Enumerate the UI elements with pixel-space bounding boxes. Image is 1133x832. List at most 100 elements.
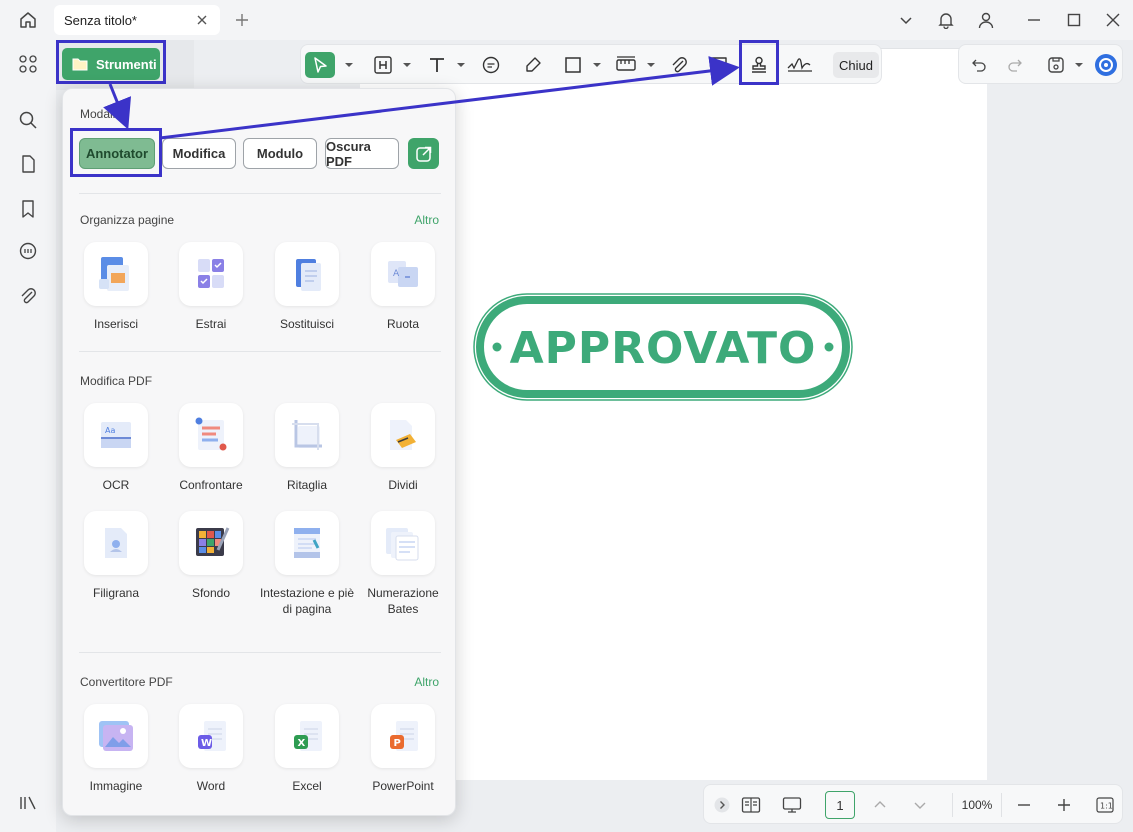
close-window-icon[interactable] (1103, 10, 1123, 30)
mode-oscura-button[interactable]: Oscura PDF (325, 138, 399, 169)
reading-mode-icon[interactable] (740, 793, 762, 817)
tool-ocr[interactable]: Aa OCR (68, 403, 164, 493)
shape-tool-icon[interactable] (561, 52, 585, 78)
tool-filigrana[interactable]: Filigrana (68, 511, 164, 601)
highlight-stamp-tool (739, 40, 779, 85)
presentation-icon[interactable] (780, 793, 804, 817)
zoom-out-icon[interactable] (1014, 793, 1034, 817)
shape-tool-caret[interactable] (593, 63, 601, 67)
apps-grid-icon[interactable] (14, 50, 42, 78)
tool-label: Inserisci (93, 317, 138, 331)
tool-label: Sostituisci (279, 317, 335, 331)
right-toolbar (958, 44, 1123, 84)
minimize-icon[interactable] (1024, 10, 1044, 30)
svg-text:1:1: 1:1 (1100, 802, 1113, 811)
page-number-input[interactable]: 1 (825, 791, 855, 819)
tool-label: Dividi (388, 478, 418, 492)
highlight-annotator (70, 128, 162, 177)
heading-tool-caret[interactable] (403, 63, 411, 67)
tool-immagine[interactable]: Immagine (68, 704, 164, 794)
tool-sostituisci[interactable]: Sostituisci (259, 242, 355, 332)
actual-size-icon[interactable]: 1:1 (1094, 793, 1116, 817)
tool-label: Ritaglia (286, 478, 328, 492)
tool-label: Intestazione e piè di pagina (259, 586, 355, 616)
home-icon[interactable] (10, 4, 46, 36)
tool-label: Estrai (195, 317, 227, 331)
highlighter-icon[interactable] (521, 52, 545, 78)
left-rail (0, 40, 56, 832)
stamp-text: APPROVATO (510, 323, 817, 374)
tool-ruota[interactable]: A Ruota (355, 242, 451, 332)
tool-bates[interactable]: Numerazione Bates (355, 511, 451, 617)
svg-text:X: X (298, 738, 306, 749)
page-down-icon[interactable] (910, 793, 930, 817)
highlight-strumenti (56, 40, 166, 84)
measure-tool-icon[interactable] (613, 52, 639, 78)
tool-inserisci[interactable]: Inserisci (68, 242, 164, 332)
ai-assistant-icon[interactable] (1093, 52, 1119, 78)
tool-confrontare[interactable]: Confrontare (163, 403, 259, 493)
tool-label: Filigrana (92, 586, 140, 600)
document-tab[interactable]: Senza titolo* (54, 5, 220, 35)
mode-modifica-button[interactable]: Modifica (162, 138, 236, 169)
save-icon[interactable] (1045, 52, 1067, 78)
watermark-icon (105, 528, 127, 558)
signature-icon[interactable] (785, 52, 815, 78)
undo-icon[interactable] (969, 52, 989, 78)
bookmark-icon[interactable] (14, 195, 42, 223)
text-tool-caret[interactable] (457, 63, 465, 67)
close-tool-button[interactable]: Chiud (833, 52, 879, 78)
chevron-down-icon[interactable] (896, 10, 916, 30)
new-tab-icon[interactable] (232, 10, 252, 30)
search-icon[interactable] (14, 106, 42, 134)
pages-icon[interactable] (14, 150, 42, 178)
save-caret[interactable] (1075, 63, 1083, 67)
sidebar-toggle-icon[interactable] (14, 789, 42, 817)
approvato-stamp[interactable]: APPROVATO (472, 292, 854, 402)
close-tab-icon[interactable] (194, 12, 210, 28)
page-up-icon[interactable] (870, 793, 890, 817)
comment-tool-icon[interactable] (479, 52, 503, 78)
select-tool-icon[interactable] (305, 52, 335, 78)
external-link-button[interactable] (408, 138, 439, 169)
tool-label: Ruota (386, 317, 420, 331)
text-tool-icon[interactable] (425, 52, 449, 78)
tool-ritaglia[interactable]: Ritaglia (259, 403, 355, 493)
maximize-icon[interactable] (1064, 10, 1084, 30)
image-convert-icon (99, 721, 133, 751)
zoom-level[interactable]: 100% (952, 793, 1002, 817)
select-tool-caret[interactable] (345, 63, 353, 67)
rotate-pages-icon: A (388, 261, 418, 287)
tool-powerpoint[interactable]: P PowerPoint (355, 704, 451, 794)
measure-tool-caret[interactable] (647, 63, 655, 67)
heading-tool-icon[interactable] (371, 52, 395, 78)
user-icon[interactable] (976, 10, 996, 30)
external-link-icon (415, 146, 431, 162)
expand-icon[interactable] (712, 793, 732, 817)
sticker-icon[interactable] (707, 52, 731, 78)
attachment-icon[interactable] (14, 282, 42, 310)
zoom-in-icon[interactable] (1054, 793, 1074, 817)
tool-estrai[interactable]: Estrai (163, 242, 259, 332)
paperclip-icon[interactable] (667, 52, 691, 78)
tool-word[interactable]: W Word (163, 704, 259, 794)
header-footer-icon (294, 528, 320, 558)
tool-label: PowerPoint (372, 779, 434, 793)
main-toolbar: Chiud (300, 44, 882, 84)
tool-dividi[interactable]: Dividi (355, 403, 451, 493)
tool-excel[interactable]: X Excel (259, 704, 355, 794)
comment-icon[interactable] (14, 238, 42, 266)
mode-modulo-button[interactable]: Modulo (243, 138, 317, 169)
bell-icon[interactable] (936, 10, 956, 30)
bottom-bar: 1 100% 1:1 (703, 784, 1123, 824)
tool-label: OCR (102, 478, 130, 492)
bates-numbering-icon (386, 528, 419, 561)
mode-section-title: Modalità (80, 107, 126, 121)
tool-intestazione[interactable]: Intestazione e piè di pagina (259, 511, 355, 617)
tool-sfondo[interactable]: Sfondo (163, 511, 259, 601)
title-bar: Senza titolo* (0, 0, 1133, 40)
convert-altro-link[interactable]: Altro (414, 675, 439, 689)
svg-text:Aa: Aa (105, 426, 115, 435)
redo-icon[interactable] (1005, 52, 1025, 78)
organize-altro-link[interactable]: Altro (414, 213, 439, 227)
